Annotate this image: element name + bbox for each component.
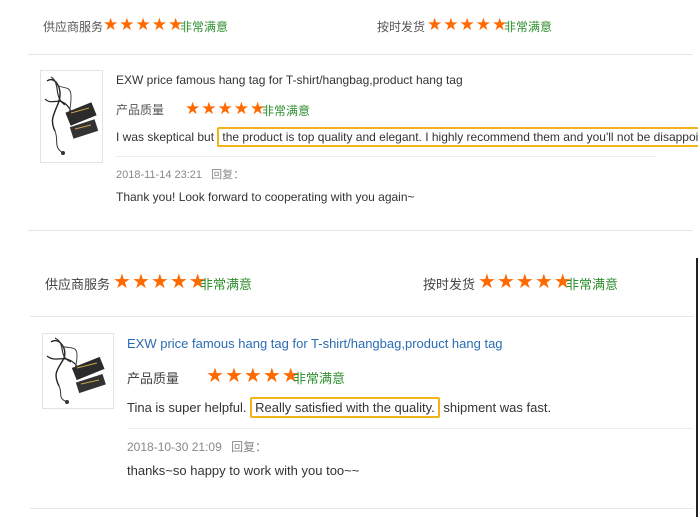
star-icon: ★	[135, 15, 151, 34]
star-icon: ★	[443, 15, 459, 34]
delivery-rating-stars: ★ ★ ★ ★ ★	[478, 272, 572, 292]
divider	[28, 54, 693, 55]
review-text-start: I was skeptical but	[116, 130, 218, 144]
divider	[28, 230, 693, 231]
hang-tag-image	[46, 337, 106, 404]
star-icon: ★	[201, 99, 217, 118]
star-icon: ★	[427, 15, 443, 34]
star-icon: ★	[206, 365, 224, 387]
star-icon: ★	[475, 15, 491, 34]
star-icon: ★	[119, 15, 135, 34]
supplier-service-label: 供应商服务	[45, 277, 111, 292]
delivery-label: 按时发货	[377, 20, 426, 34]
seller-reply: Thank you! Look forward to cooperating w…	[116, 190, 415, 204]
star-icon: ★	[478, 271, 496, 293]
review-text-end: shipment was fast.	[439, 400, 552, 415]
delivery-status: 非常满意	[566, 277, 619, 292]
quality-label: 产品质量	[116, 103, 165, 117]
review-date: 2018-10-30 21:09	[127, 440, 222, 454]
divider	[30, 316, 694, 317]
highlighted-text: Really satisfied with the quality.	[250, 397, 440, 418]
quality-status: 非常满意	[262, 104, 311, 118]
review-text: I was skeptical but the product is top q…	[116, 127, 698, 147]
star-icon: ★	[169, 271, 188, 293]
star-icon: ★	[151, 15, 167, 34]
star-icon: ★	[534, 271, 553, 293]
quality-label: 产品质量	[127, 371, 180, 386]
reply-label: 回复：	[211, 169, 245, 181]
delivery-rating-stars: ★ ★ ★ ★ ★	[427, 16, 507, 33]
seller-reply: thanks~so happy to work with you too~~	[127, 463, 360, 478]
star-icon: ★	[496, 271, 515, 293]
star-icon: ★	[224, 365, 243, 387]
review-meta: 2018-11-14 23:21 回复：	[116, 166, 244, 182]
quality-rating-stars: ★ ★ ★ ★ ★	[185, 100, 265, 117]
quality-rating-stars: ★ ★ ★ ★ ★	[206, 366, 300, 386]
review-date: 2018-11-14 23:21	[116, 169, 203, 181]
hang-tag-image	[44, 76, 99, 155]
star-icon: ★	[113, 271, 131, 293]
star-icon: ★	[131, 271, 150, 293]
divider	[116, 156, 656, 157]
star-icon: ★	[217, 99, 233, 118]
supplier-status: 非常满意	[200, 277, 253, 292]
reply-label: 回复：	[231, 440, 268, 454]
product-title-link[interactable]: EXW price famous hang tag for T-shirt/ha…	[127, 336, 503, 351]
supplier-service-label: 供应商服务	[43, 20, 104, 34]
star-icon: ★	[459, 15, 475, 34]
product-thumbnail[interactable]	[40, 70, 103, 163]
supplier-rating-stars: ★ ★ ★ ★ ★	[113, 272, 207, 292]
star-icon: ★	[185, 99, 201, 118]
review-text: Tina is super helpful. Really satisfied …	[127, 397, 552, 418]
star-icon: ★	[515, 271, 534, 293]
product-thumbnail[interactable]	[42, 333, 114, 409]
product-title-link[interactable]: EXW price famous hang tag for T-shirt/ha…	[116, 73, 463, 87]
star-icon: ★	[243, 365, 262, 387]
delivery-label: 按时发货	[423, 277, 476, 292]
star-icon: ★	[103, 15, 119, 34]
divider	[127, 428, 693, 429]
star-icon: ★	[150, 271, 169, 293]
star-icon: ★	[262, 365, 281, 387]
quality-status: 非常满意	[293, 371, 346, 386]
supplier-status: 非常满意	[180, 20, 229, 34]
supplier-rating-stars: ★ ★ ★ ★ ★	[103, 16, 183, 33]
divider	[30, 508, 694, 509]
review-meta: 2018-10-30 21:09 回复：	[127, 438, 267, 455]
delivery-status: 非常满意	[504, 20, 553, 34]
star-icon: ★	[233, 99, 249, 118]
review-text-start: Tina is super helpful.	[127, 400, 251, 415]
highlighted-text: the product is top quality and elegant. …	[217, 127, 698, 147]
